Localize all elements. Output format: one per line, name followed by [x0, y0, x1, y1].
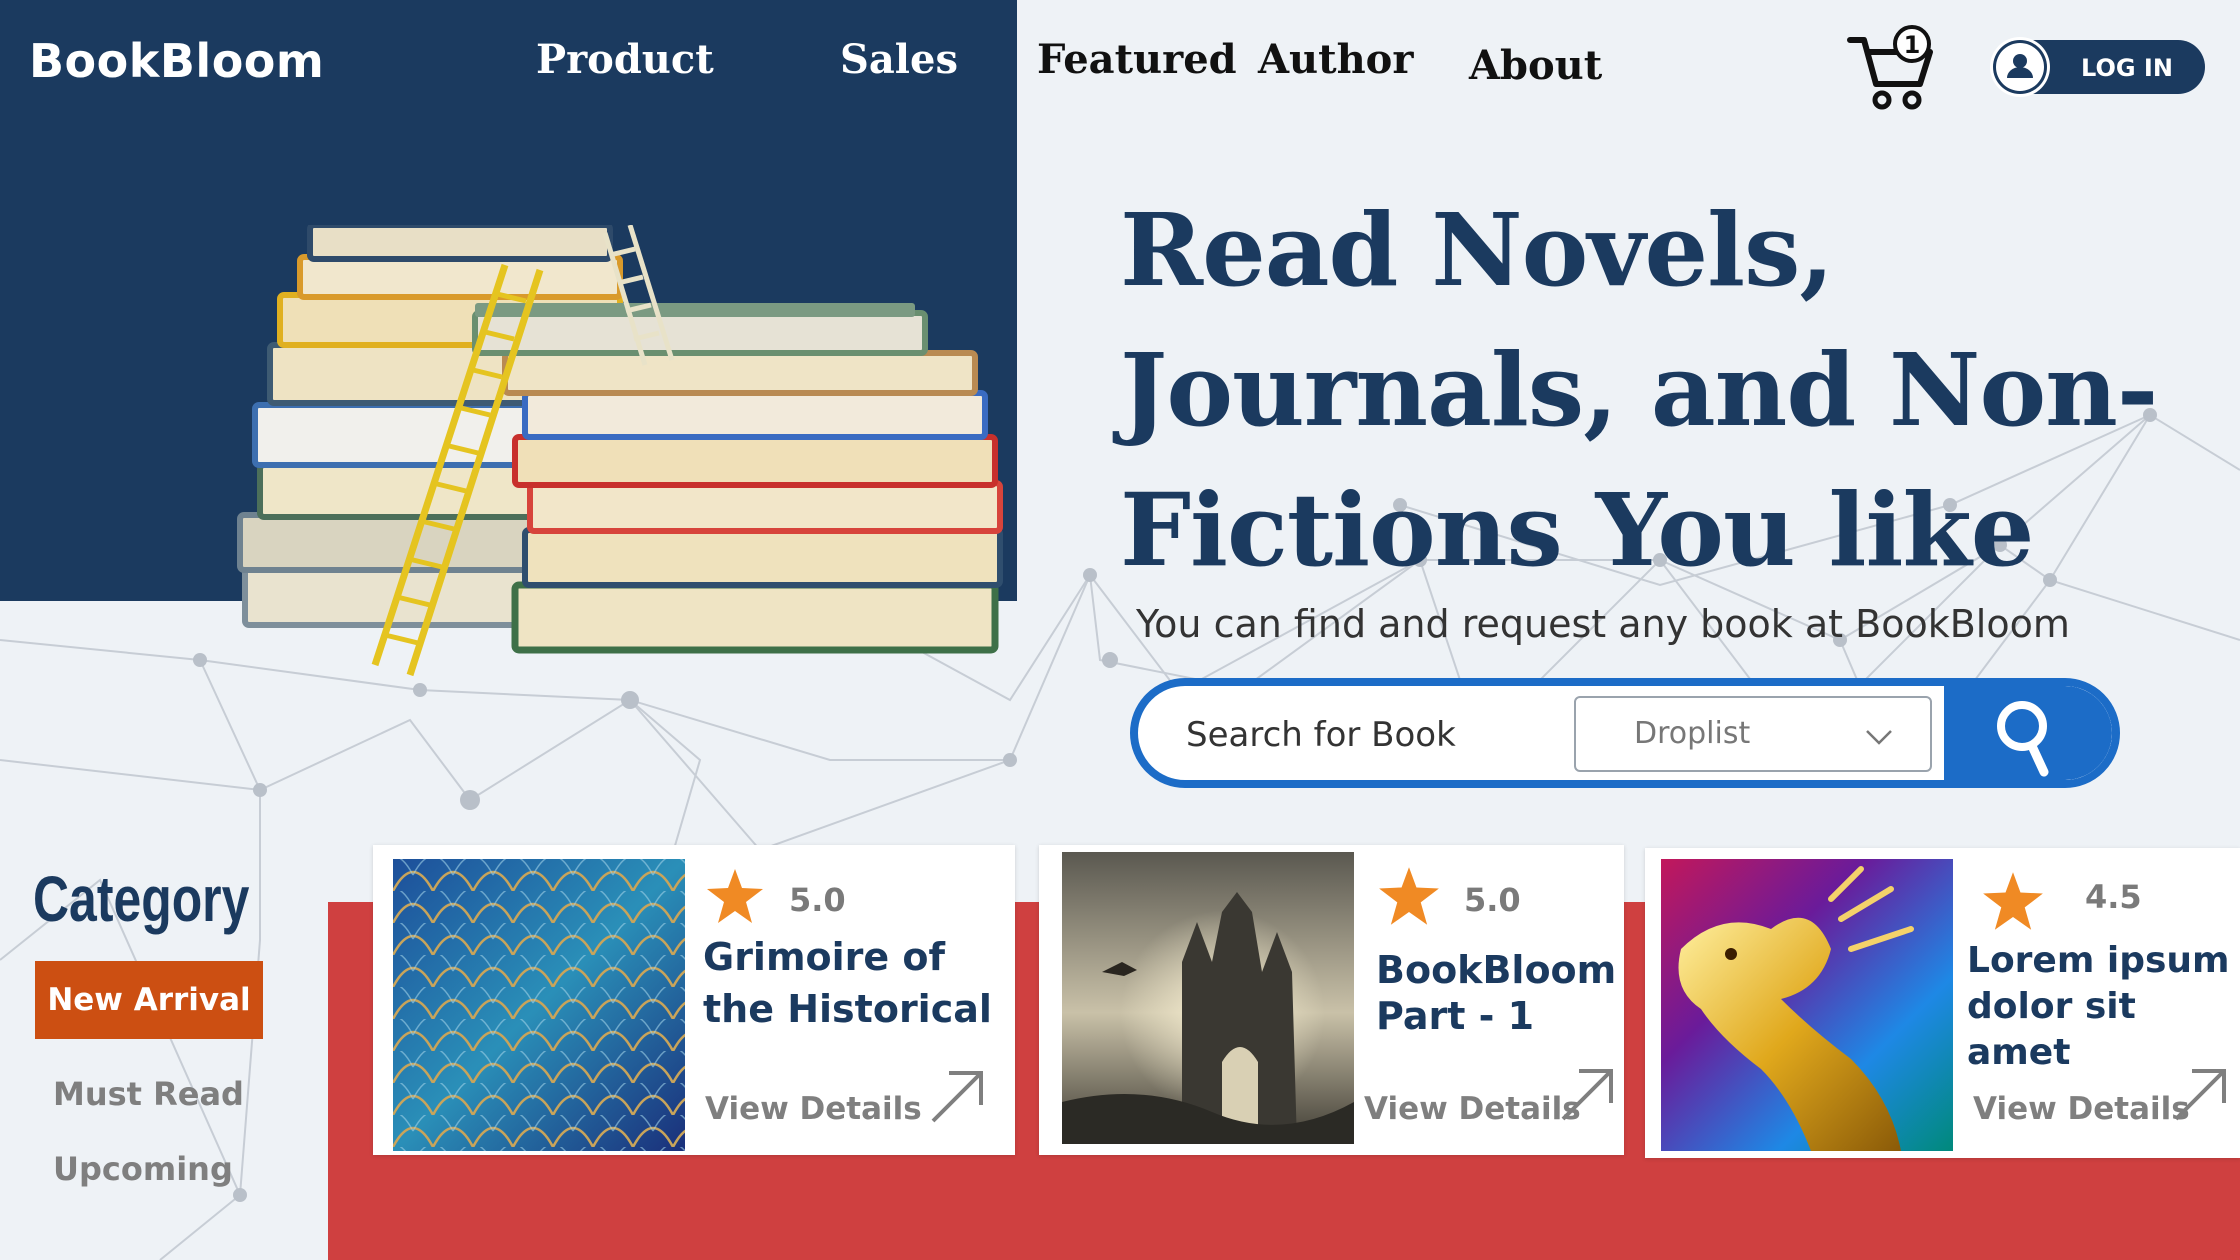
- arrow-up-right-icon[interactable]: [2170, 1065, 2230, 1125]
- chevron-down-icon: [1866, 730, 1892, 745]
- nav-author[interactable]: Author: [1258, 36, 1413, 83]
- book-stack-illustration: [237, 225, 1003, 677]
- hero-headline: Read Novels, Journals, and Non-Fictions …: [1120, 191, 2158, 589]
- search-icon: [1997, 701, 2049, 777]
- search-input[interactable]: [1184, 704, 1568, 766]
- droplist-label: Droplist: [1634, 716, 1751, 751]
- book-card[interactable]: 5.0 BookBloom Part - 1 View Details: [1039, 845, 1624, 1155]
- cart-count: 1: [1904, 31, 1921, 59]
- view-details-link[interactable]: View Details: [1364, 1091, 1581, 1127]
- star-icon: [707, 869, 763, 923]
- arrow-up-right-icon[interactable]: [1557, 1065, 1617, 1125]
- book-title[interactable]: Grimoire of the Historical: [703, 931, 1013, 1035]
- nav-featured[interactable]: Featured: [1037, 36, 1237, 83]
- view-details-link[interactable]: View Details: [705, 1091, 922, 1127]
- category-droplist[interactable]: Droplist: [1574, 696, 1932, 772]
- book-cover-castle-with-dragon: [1062, 852, 1354, 1144]
- user-avatar: [1993, 40, 2047, 94]
- hero-tagline: You can find and request any book at Boo…: [1136, 602, 2070, 646]
- nav-product[interactable]: Product: [536, 36, 714, 83]
- star-icon: [1983, 872, 2043, 930]
- view-details-link[interactable]: View Details: [1973, 1091, 2190, 1127]
- cart-icon: 1: [1847, 25, 1933, 110]
- book-card[interactable]: 5.0 Grimoire of the Historical View Deta…: [373, 845, 1015, 1155]
- book-rating: 5.0: [789, 881, 846, 919]
- book-cover-dragon-scales: [393, 859, 685, 1151]
- category-must-read[interactable]: Must Read: [53, 1075, 244, 1113]
- category-new-arrival[interactable]: New Arrival: [35, 961, 263, 1039]
- nav-sales[interactable]: Sales: [840, 36, 958, 83]
- arrow-up-right-icon[interactable]: [927, 1067, 987, 1127]
- brand-logo[interactable]: BookBloom: [29, 34, 324, 88]
- cart-button[interactable]: 1: [1846, 22, 1936, 112]
- book-cover-golden-dragon: [1661, 859, 1953, 1151]
- search-button[interactable]: [1944, 686, 2112, 780]
- login-button[interactable]: LOG IN: [1993, 40, 2205, 94]
- category-upcoming[interactable]: Upcoming: [53, 1150, 233, 1188]
- search-bar: Droplist: [1130, 678, 2120, 788]
- book-rating: 5.0: [1464, 881, 1521, 919]
- user-icon: [2007, 54, 2033, 78]
- nav-about[interactable]: About: [1469, 42, 1602, 89]
- book-title[interactable]: Lorem ipsum dolor sit amet: [1967, 938, 2237, 1076]
- book-card[interactable]: 4.5 Lorem ipsum dolor sit amet View Deta…: [1645, 848, 2240, 1158]
- star-icon: [1379, 867, 1439, 925]
- book-rating: 4.5: [2085, 878, 2142, 916]
- login-label: LOG IN: [2081, 54, 2173, 82]
- category-title: Category: [33, 863, 250, 935]
- book-title[interactable]: BookBloom Part - 1: [1376, 947, 1616, 1039]
